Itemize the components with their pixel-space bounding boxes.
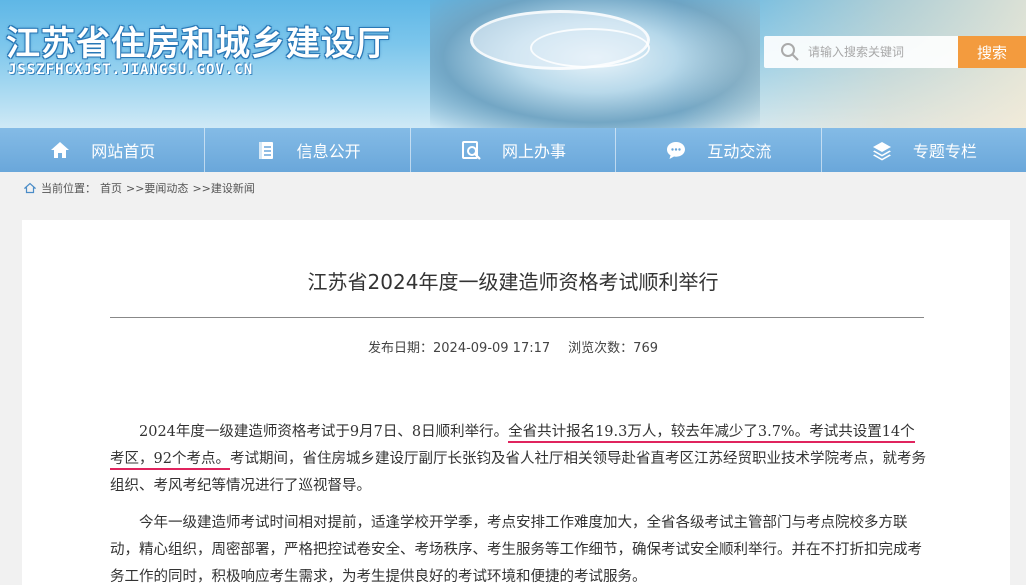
breadcrumb-item-news[interactable]: >>要闻动态 (126, 180, 188, 196)
nav-item-label: 信息公开 (296, 142, 361, 161)
breadcrumb-prefix: 当前位置： (41, 182, 96, 195)
breadcrumb: 当前位置： 首页 >>要闻动态 >>建设新闻 (24, 180, 259, 196)
online-service-icon (462, 141, 481, 160)
document-icon (258, 142, 273, 159)
paragraph-text: 考试期间，省住房城乡建设厅副厅长张钧及省人社厅相关领导赴省直考区江苏经贸职业技术… (110, 451, 926, 494)
publish-date-label: 发布日期： (367, 341, 433, 356)
nav-item-label: 互动交流 (707, 142, 772, 161)
nav-item-label: 专题专栏 (912, 142, 977, 161)
banner-roof-shape-inner (530, 28, 650, 68)
nav-item-label: 网站首页 (91, 142, 156, 161)
search-box[interactable] (764, 36, 958, 68)
article-paragraph-2: 今年一级建造师考试时间相对提前，适逢学校开学季，考点安排工作难度加大，全省各级考… (110, 515, 922, 585)
nav-item-label: 网上办事 (502, 142, 567, 161)
layers-icon (872, 142, 891, 161)
publish-date: 2024-09-09 17:17 (433, 341, 551, 356)
article-title: 江苏省2024年度一级建造师资格考试顺利举行 (307, 270, 719, 294)
view-count: 769 (633, 341, 658, 356)
home-icon (24, 182, 36, 194)
nav-item-info[interactable]: 信息公开 (205, 128, 411, 172)
breadcrumb-item-construction-news[interactable]: >>建设新闻 (192, 180, 254, 196)
site-title[interactable]: 江苏省住房和城乡建设厅 (6, 16, 391, 65)
home-icon (51, 142, 70, 158)
article-meta: 发布日期：2024-09-09 17:17 浏览次数：769 (0, 337, 1026, 356)
search-button[interactable]: 搜索 (958, 36, 1026, 68)
paragraph-text: 2024年度一级建造师资格考试于9月7日、8日顺利举行。 (139, 424, 509, 440)
article-paragraph-1: 2024年度一级建造师资格考试于9月7日、8日顺利举行。全省共计报名19.3万人… (110, 419, 928, 500)
nav-item-interaction[interactable]: 互动交流 (616, 128, 822, 172)
main-nav: 网站首页 信息公开 网上办事 互动交流 专题专栏 (0, 128, 1026, 172)
chat-icon (667, 142, 686, 159)
nav-item-online-service[interactable]: 网上办事 (411, 128, 617, 172)
view-count-label: 浏览次数： (568, 341, 634, 356)
search-input[interactable] (808, 45, 948, 59)
site-url: JSSZFHCXJST.JIANGSU.GOV.CN (8, 62, 254, 78)
nav-item-home[interactable]: 网站首页 (0, 128, 206, 172)
search-icon (781, 43, 799, 61)
nav-item-special-topics[interactable]: 专题专栏 (822, 128, 1026, 172)
title-divider (110, 317, 924, 318)
breadcrumb-item-home[interactable]: 首页 (100, 180, 122, 196)
